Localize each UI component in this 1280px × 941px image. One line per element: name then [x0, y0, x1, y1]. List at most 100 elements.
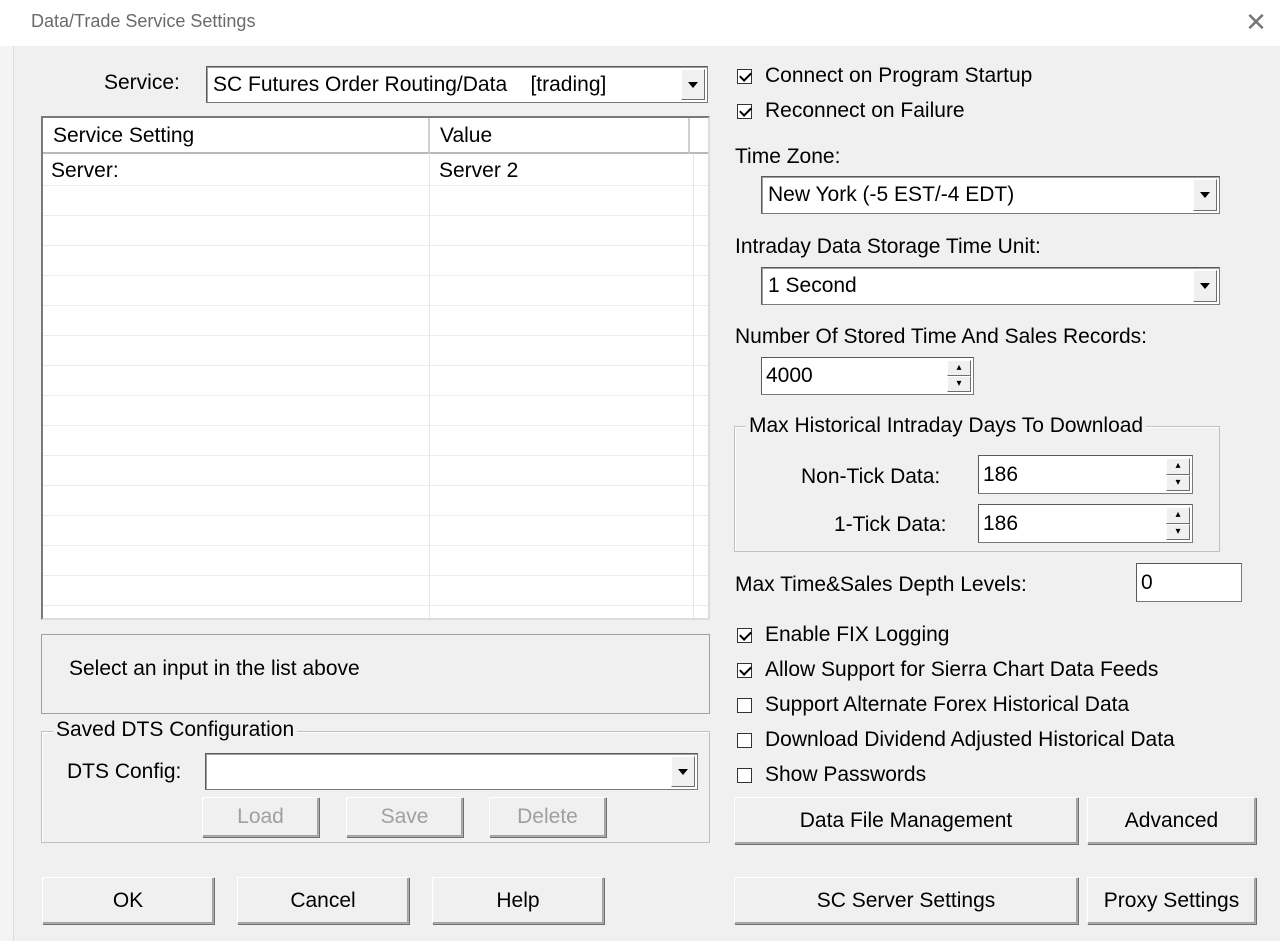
depth-levels-input[interactable]: 0 — [1136, 563, 1242, 602]
chevron-down-icon — [688, 81, 698, 88]
service-settings-list[interactable]: Service Setting Value Server: Server 2 — [41, 116, 710, 620]
service-label: Service: — [104, 71, 180, 94]
time-zone-dropdown-button[interactable] — [1193, 179, 1217, 211]
non-tick-value: 186 — [983, 462, 1019, 486]
empty-row — [43, 306, 708, 336]
empty-row — [43, 576, 708, 606]
dividend-adjusted-checkbox[interactable]: Download Dividend Adjusted Historical Da… — [737, 728, 1175, 752]
advanced-button[interactable]: Advanced — [1087, 797, 1256, 844]
depth-levels-label: Max Time&Sales Depth Levels: — [735, 573, 1027, 596]
empty-row — [43, 396, 708, 426]
stepper-buttons: ▴ ▾ — [1166, 458, 1190, 491]
input-description-text: Select an input in the list above — [69, 657, 360, 680]
close-icon[interactable]: ✕ — [1240, 6, 1272, 38]
stepper-up-icon[interactable]: ▴ — [1166, 458, 1190, 475]
setting-value-cell: Server 2 — [439, 159, 519, 182]
chevron-down-icon — [1200, 283, 1210, 289]
stepper-up-icon[interactable]: ▴ — [947, 360, 971, 376]
input-description-box: Select an input in the list above — [41, 634, 710, 714]
checkbox-box[interactable] — [737, 103, 752, 119]
dividend-adjusted-label: Download Dividend Adjusted Historical Da… — [765, 728, 1175, 751]
window-left-edge — [0, 46, 14, 941]
setting-name-cell: Server: — [51, 159, 119, 182]
allow-sierra-feeds-label: Allow Support for Sierra Chart Data Feed… — [765, 658, 1159, 681]
stepper-buttons: ▴ ▾ — [947, 360, 971, 392]
empty-row — [43, 186, 708, 216]
chevron-down-icon — [1200, 192, 1210, 198]
non-tick-stepper[interactable]: 186 ▴ ▾ — [978, 455, 1193, 494]
save-button[interactable]: Save — [346, 797, 463, 837]
time-sales-records-stepper[interactable]: 4000 ▴ ▾ — [761, 357, 974, 395]
dts-config-label: DTS Config: — [67, 760, 182, 783]
empty-row — [43, 246, 708, 276]
ok-button[interactable]: OK — [42, 877, 214, 924]
proxy-settings-button[interactable]: Proxy Settings — [1087, 877, 1256, 924]
empty-row — [43, 216, 708, 246]
service-select[interactable]: SC Futures Order Routing/Data [trading] — [206, 66, 708, 103]
reconnect-on-failure-label: Reconnect on Failure — [765, 99, 965, 122]
time-zone-value: New York (-5 EST/-4 EDT) — [768, 183, 1015, 206]
reconnect-on-failure-checkbox[interactable]: Reconnect on Failure — [737, 99, 965, 123]
show-passwords-checkbox[interactable]: Show Passwords — [737, 763, 926, 787]
empty-row — [43, 426, 708, 456]
data-file-management-button[interactable]: Data File Management — [734, 797, 1078, 844]
stepper-up-icon[interactable]: ▴ — [1166, 507, 1190, 524]
stepper-down-icon[interactable]: ▾ — [1166, 523, 1190, 540]
cancel-button[interactable]: Cancel — [237, 877, 409, 924]
one-tick-label: 1-Tick Data: — [834, 513, 947, 536]
alt-forex-label: Support Alternate Forex Historical Data — [765, 693, 1130, 716]
one-tick-value: 186 — [983, 511, 1019, 535]
intraday-unit-value: 1 Second — [768, 274, 857, 297]
empty-row — [43, 546, 708, 576]
depth-levels-value: 0 — [1141, 570, 1153, 594]
enable-fix-logging-label: Enable FIX Logging — [765, 623, 950, 646]
stepper-buttons: ▴ ▾ — [1166, 507, 1190, 540]
checkbox-box[interactable] — [737, 732, 752, 748]
empty-row — [43, 456, 708, 486]
column-header-value[interactable]: Value — [430, 118, 690, 154]
window-title: Data/Trade Service Settings — [31, 11, 256, 31]
intraday-unit-label: Intraday Data Storage Time Unit: — [735, 235, 1041, 258]
time-zone-select[interactable]: New York (-5 EST/-4 EDT) — [761, 176, 1220, 214]
show-passwords-label: Show Passwords — [765, 763, 927, 786]
chevron-down-icon — [678, 768, 688, 775]
intraday-unit-select[interactable]: 1 Second — [761, 267, 1220, 305]
checkbox-box[interactable] — [737, 662, 752, 678]
empty-row — [43, 516, 708, 546]
time-zone-label: Time Zone: — [735, 145, 841, 168]
allow-sierra-feeds-checkbox[interactable]: Allow Support for Sierra Chart Data Feed… — [737, 658, 1158, 682]
non-tick-label: Non-Tick Data: — [801, 465, 941, 488]
dts-config-select[interactable] — [205, 753, 698, 790]
max-historical-group-title: Max Historical Intraday Days To Download — [746, 414, 1147, 438]
connect-on-startup-label: Connect on Program Startup — [765, 64, 1033, 87]
stepper-down-icon[interactable]: ▾ — [1166, 474, 1190, 491]
empty-row — [43, 336, 708, 366]
intraday-unit-dropdown-button[interactable] — [1193, 270, 1217, 302]
column-header-filler — [690, 118, 708, 154]
saved-dts-group-title: Saved DTS Configuration — [53, 718, 298, 742]
enable-fix-logging-checkbox[interactable]: Enable FIX Logging — [737, 623, 949, 647]
help-button[interactable]: Help — [432, 877, 604, 924]
load-button[interactable]: Load — [202, 797, 319, 837]
list-header: Service Setting Value — [43, 118, 708, 154]
checkbox-box[interactable] — [737, 697, 752, 713]
empty-row — [43, 276, 708, 306]
service-select-value: SC Futures Order Routing/Data [trading] — [213, 72, 607, 96]
one-tick-stepper[interactable]: 186 ▴ ▾ — [978, 504, 1193, 543]
dts-config-dropdown-button[interactable] — [671, 756, 695, 787]
column-header-service-setting[interactable]: Service Setting — [43, 118, 430, 154]
delete-button[interactable]: Delete — [489, 797, 606, 837]
stepper-down-icon[interactable]: ▾ — [947, 376, 971, 392]
table-row[interactable]: Server: Server 2 — [43, 156, 708, 186]
time-sales-records-label: Number Of Stored Time And Sales Records: — [735, 325, 1148, 348]
empty-row — [43, 366, 708, 396]
checkbox-box[interactable] — [737, 627, 752, 643]
connect-on-startup-checkbox[interactable]: Connect on Program Startup — [737, 64, 1032, 88]
sc-server-settings-button[interactable]: SC Server Settings — [734, 877, 1078, 924]
checkbox-box[interactable] — [737, 68, 752, 84]
empty-row — [43, 486, 708, 516]
service-dropdown-button[interactable] — [681, 69, 705, 100]
checkbox-box[interactable] — [737, 767, 752, 783]
time-sales-records-value: 4000 — [766, 364, 813, 387]
alt-forex-checkbox[interactable]: Support Alternate Forex Historical Data — [737, 693, 1129, 717]
